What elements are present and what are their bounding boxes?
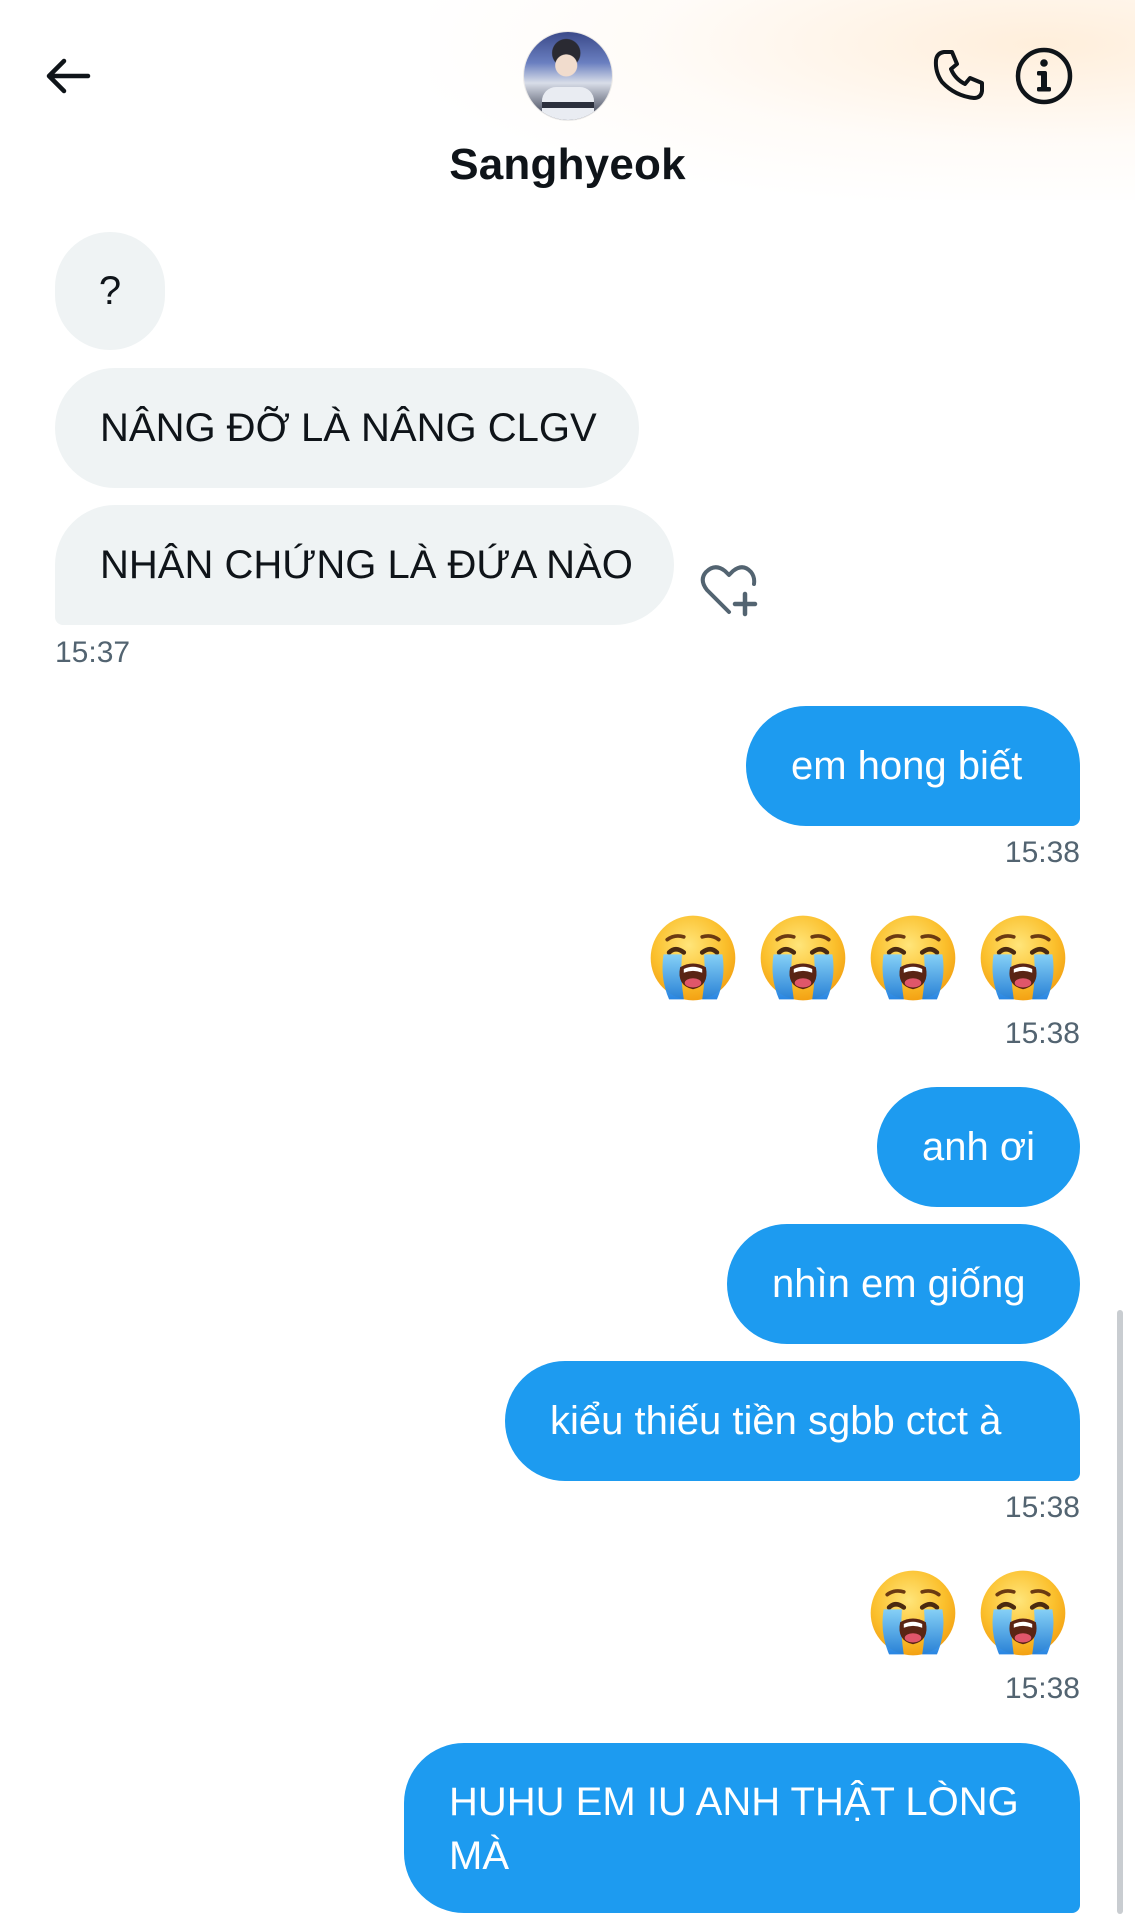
contact-name[interactable]: Sanghyeok — [0, 140, 1135, 190]
message-text: nhìn em giống — [772, 1262, 1026, 1306]
emoji-message[interactable] — [647, 912, 1069, 1004]
message-bubble-incoming[interactable]: ? — [55, 232, 165, 350]
message-timestamp: 15:38 — [1004, 1491, 1080, 1524]
message-timestamp: 15:37 — [55, 636, 131, 669]
loudly-crying-face-emoji — [647, 912, 739, 1004]
message-text: anh ơi — [922, 1125, 1035, 1169]
avatar-strip — [542, 102, 594, 108]
info-icon — [1015, 47, 1073, 105]
message-bubble-outgoing[interactable]: em hong biết — [746, 706, 1080, 826]
info-button[interactable] — [1012, 44, 1076, 108]
message-bubble-incoming[interactable]: NÂNG ĐỠ LÀ NÂNG CLGV — [55, 368, 639, 488]
message-bubble-outgoing[interactable]: kiểu thiếu tiền sgbb ctct à — [505, 1361, 1080, 1481]
message-timestamp: 15:38 — [1004, 1017, 1080, 1050]
message-text: NÂNG ĐỠ LÀ NÂNG CLGV — [100, 406, 597, 450]
loudly-crying-face-emoji — [867, 912, 959, 1004]
message-bubble-incoming[interactable]: NHÂN CHỨNG LÀ ĐỨA NÀO — [55, 505, 674, 625]
message-text: HUHU EM IU ANH THẬT LÒNG MÀ — [449, 1780, 1019, 1878]
scrollbar[interactable] — [1117, 1310, 1123, 1914]
message-bubble-outgoing[interactable]: HUHU EM IU ANH THẬT LÒNG MÀ — [404, 1743, 1080, 1913]
call-button[interactable] — [926, 42, 992, 108]
message-text: em hong biết — [791, 744, 1023, 788]
loudly-crying-face-emoji — [977, 912, 1069, 1004]
phone-icon — [933, 50, 984, 100]
heart-plus-icon[interactable] — [698, 562, 760, 618]
contact-avatar[interactable] — [524, 32, 612, 120]
conversation-header: Sanghyeok — [0, 0, 1135, 215]
message-text: NHÂN CHỨNG LÀ ĐỨA NÀO — [100, 543, 633, 587]
loudly-crying-face-emoji — [977, 1567, 1069, 1659]
loudly-crying-face-emoji — [867, 1567, 959, 1659]
back-arrow-icon — [46, 58, 91, 94]
message-timestamp: 15:38 — [1004, 836, 1080, 869]
message-text: kiểu thiếu tiền sgbb ctct à — [550, 1399, 1002, 1443]
emoji-message[interactable] — [867, 1567, 1069, 1659]
back-button[interactable] — [38, 48, 98, 104]
message-bubble-outgoing[interactable]: anh ơi — [877, 1087, 1080, 1207]
message-text: ? — [98, 269, 122, 313]
loudly-crying-face-emoji — [757, 912, 849, 1004]
message-bubble-outgoing[interactable]: nhìn em giống — [727, 1224, 1080, 1344]
message-timestamp: 15:38 — [1004, 1672, 1080, 1705]
